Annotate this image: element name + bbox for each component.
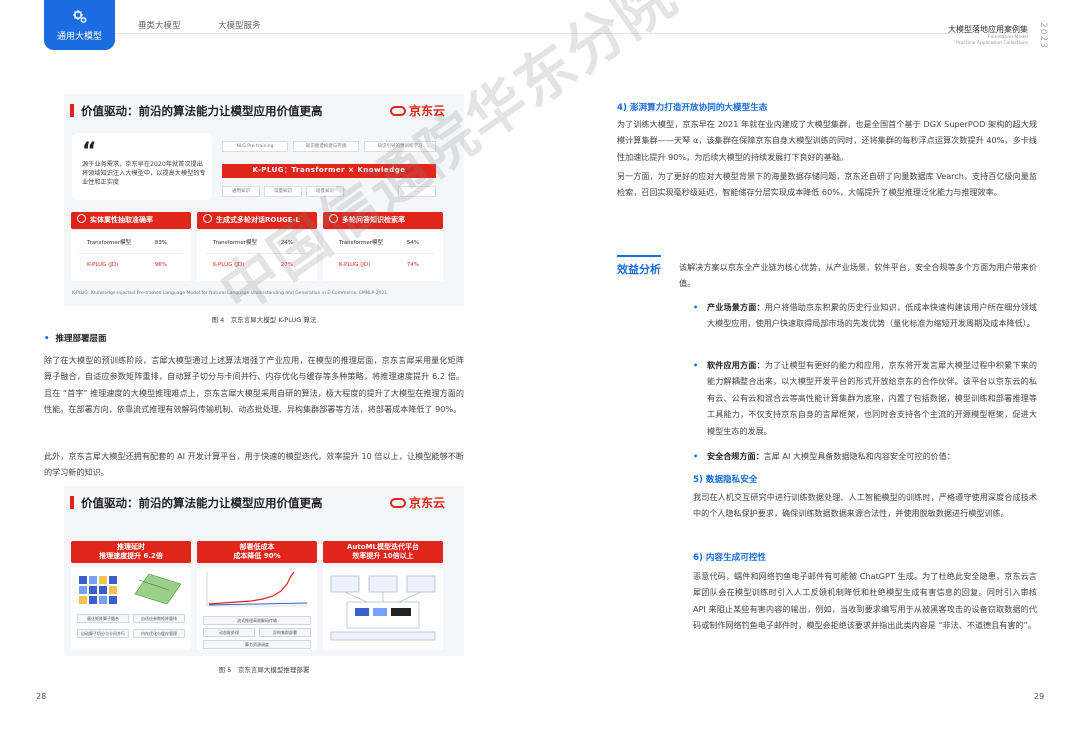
pill-knowledge-learning: 知识引导的预训练学习	[364, 141, 436, 152]
panel-2-head: 生成式多轮对话ROUGE-L	[197, 212, 317, 229]
figure-4: 价值驱动：前沿的算法能力让模型应用价值更高 京东云 “ 源于业务需求，京东早在2…	[64, 94, 464, 306]
panel-2: Transformer模型 24% K-PLUG (JD) 27%	[197, 231, 317, 281]
benefit-label-bar	[617, 255, 661, 257]
jd-cloud-logo: 京东云	[390, 494, 445, 511]
panel-latency: 量化矩阵算子融合 自适应参数矩阵重排 自动算子切分与卡间并行 内存优化与缓存管理	[71, 566, 191, 650]
paragraph-benefit-intro: 该解决方案以京东全产业链为核心优势，从产业场景，软件平台，安全合规等多个方面为用…	[679, 262, 1037, 289]
paragraph-ai-platform: 此外，京东言犀大模型还拥有配套的 AI 开发计算平台，用于快速的模型迭代，效率提…	[44, 451, 464, 478]
gear-network-icon	[72, 10, 86, 23]
target-icon	[329, 214, 338, 223]
paragraph-content-control: 恶意代码，蠕件和网络钓鱼电子邮件有可能被 ChatGPT 生成。为了杜绝此安全隐…	[693, 571, 1037, 631]
cost-label-1: 流式推理高效解码传输	[203, 616, 311, 625]
panel-1-head: 实体属性抽取准确率	[71, 212, 191, 229]
header-divider	[115, 33, 955, 34]
figure-4-footnote: K-PLUG: Knowledge-injected Pre-trained L…	[72, 291, 388, 296]
target-icon	[77, 214, 86, 223]
pill-kg-build: 知识图谱构建与存储	[293, 141, 359, 152]
cost-curve	[206, 571, 308, 607]
paragraph-data-privacy: 我司在人机交互研究中进行训练数据处理、人工智能模型的训练时，严格遵守使用深度合成…	[693, 492, 1037, 519]
benefit-analysis-label: 效益分析	[617, 263, 661, 276]
paragraph-cluster: 为了训练大模型，京东早在 2021 年就在业内建成了大模型集群，也是全国首个基于…	[617, 119, 1037, 162]
paragraph-vearch: 另一方面，为了更好的应对大模型背景下的海量数据存储问题，京东还自研了向量数据库 …	[617, 171, 1037, 198]
heading-compute-ecosystem: 4) 澎湃算力打造开放协同的大模型生态	[617, 103, 768, 113]
list-item: 安全合规方面：言犀 AI 大模型具备数据隐私和内容安全可控的价值：	[693, 448, 1037, 465]
page-number-left: 28	[36, 692, 47, 701]
figure-5-caption: 图 5 京东言犀大模型推理部署	[218, 666, 310, 674]
tab-model-services[interactable]: 大模型服务	[218, 19, 261, 31]
tab-vertical-models[interactable]: 垂类大模型	[138, 19, 181, 31]
figure-5: 价值驱动：前沿的算法能力让模型应用价值更高 京东云 推理延时 推理速度提升 6.2…	[64, 486, 464, 656]
target-icon	[203, 214, 212, 223]
pill-constant-knowledge: 常量知识	[264, 186, 302, 197]
heading-content-control: 6) 内容生成可控性	[693, 553, 767, 563]
quote-text: 源于业务需求，京东早在2020年就首次提出将领域知识注入大模型中，以提高大模型的…	[82, 161, 206, 186]
list-item: 软件应用方面：为了让模型有更好的能力和应用，京东将开发言犀大模型过程中积累下来的…	[693, 357, 1037, 439]
panel-3: Transformer模型 54% K-PLUG (JD) 74%	[323, 231, 443, 281]
figure-4-title: 价值驱动：前沿的算法能力让模型应用价值更高	[70, 103, 323, 119]
cost-label-4: 算力资源调度	[203, 640, 311, 649]
pill-nlg-pretraining: NLG Pre-training	[222, 141, 288, 152]
matrix-diagram	[79, 573, 182, 605]
figure-5-title: 价值驱动：前沿的算法能力让模型应用价值更高	[70, 495, 323, 511]
paragraph-inference: 除了在大模型的预训练阶段，言犀大模型通过上述算法增强了产业应用，在模型的推理层面…	[44, 355, 464, 415]
header-year: 2023	[1038, 22, 1048, 49]
panel-cost-head: 部署低成本 成本降低 90%	[197, 541, 317, 563]
latency-label-2: 自适应参数矩阵重排	[133, 614, 185, 623]
header-right-title: 大模型落地应用案例集 Foundation Model Practical Ap…	[948, 25, 1028, 46]
figure-4-caption: 图 4 京东言犀大模型 K-PLUG 算法	[211, 316, 317, 324]
kplug-banner: K-PLUG：Transformer × Knowledge	[222, 164, 436, 178]
cost-label-2: 动态批处理	[203, 628, 255, 637]
jd-logo-icon	[390, 106, 406, 116]
latency-label-3: 自动算子切分与卡间并行	[77, 629, 129, 638]
list-item: 产业场景方面：用户将借助京东积累的历史行业知识，低成本快速构建该用户所在细分领域…	[693, 299, 1037, 332]
jd-logo-icon	[390, 498, 406, 508]
pill-more: ...	[398, 186, 436, 197]
automl-flow-diagram	[330, 575, 436, 641]
quote-box: “ 源于业务需求，京东早在2020年就首次提出将领域知识注入大模型中，以提高大模…	[72, 133, 212, 200]
panel-3-head: 多轮问答知识检索率	[323, 212, 443, 229]
section-badge[interactable]: 通用大模型	[44, 0, 115, 50]
pill-general-knowledge: 通用知识	[222, 186, 260, 197]
latency-label-4: 内存优化与缓存管理	[133, 629, 185, 638]
panel-automl	[323, 566, 443, 650]
badge-label: 通用大模型	[56, 32, 102, 42]
pill-scene-knowledge: 场景知识	[306, 186, 344, 197]
heading-data-privacy: 5) 数据隐私安全	[693, 475, 758, 485]
page-number-right: 29	[1034, 692, 1045, 701]
section-title-inference: 推理部署层面	[44, 332, 106, 344]
panel-1: Transformer模型 83% K-PLUG (JD) 96%	[71, 231, 191, 281]
jd-cloud-logo: 京东云	[390, 102, 445, 119]
panel-automl-head: AutoML模型迭代平台 效率提升 10倍以上	[323, 541, 443, 563]
panel-latency-head: 推理延时 推理速度提升 6.2倍	[71, 541, 191, 563]
cost-label-3: 异构集群部署	[259, 628, 311, 637]
panel-cost: 流式推理高效解码传输 动态批处理 异构集群部署 算力资源调度	[197, 566, 317, 650]
latency-label-1: 量化矩阵算子融合	[77, 614, 129, 623]
